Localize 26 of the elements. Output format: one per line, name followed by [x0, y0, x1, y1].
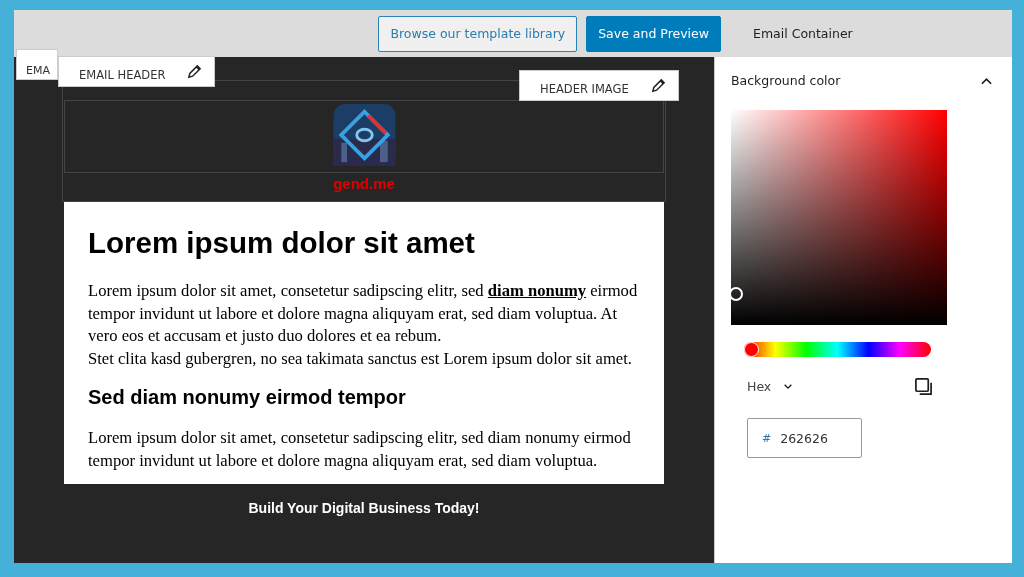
copy-icon[interactable]: [914, 377, 933, 396]
logo-icon: [331, 104, 397, 166]
brand-name: gend.me: [333, 175, 395, 192]
pencil-icon[interactable]: [650, 78, 666, 93]
pencil-icon[interactable]: [187, 64, 203, 79]
format-select[interactable]: Hex: [747, 379, 794, 394]
toolbar-button[interactable]: Save and Preview: [586, 15, 721, 52]
hue-thumb[interactable]: [744, 342, 759, 357]
section-title: Background color: [731, 73, 841, 88]
subheading: Sed diam nonumy eirmod tempor: [88, 386, 407, 409]
hue-slider[interactable]: [744, 342, 931, 357]
picker-handle[interactable]: [729, 287, 743, 301]
hex-input[interactable]: # 262626: [747, 418, 862, 458]
panel-title: Email Container: [752, 26, 854, 41]
block-tab[interactable]: EMA: [16, 49, 58, 80]
paragraph: Stet clita kasd gubergren, no sea takimata sanctus est Lorem ipsum dolor sit amet.: [88, 347, 633, 370]
saturation-picker[interactable]: [731, 110, 947, 325]
heading: Lorem ipsum dolor sit amet: [88, 226, 476, 260]
chevron-icon[interactable]: [981, 76, 992, 85]
paragraph: Lorem ipsum dolor sit amet, consetetur sadipscing elitr, sed diam nonumy eirmod tempor invidunt ut labore et dolore magna aliquyam erat, sed diam voluptua.: [88, 427, 632, 472]
footer-text: Build Your Digital Business Today!: [248, 500, 480, 516]
block-tab[interactable]: HEADER IMAGE: [519, 70, 679, 101]
paragraph: Lorem ipsum dolor sit amet, consetetur sadipscing elitr, sed diam nonumy eirmod tempor invidunt ut labore et dolore magna aliquyam erat, sed diam voluptua. At vero eos et accusam et justo duo dolores et ea rebum.: [88, 280, 639, 347]
block-tab[interactable]: EMAIL HEADER: [58, 56, 216, 87]
chevron-icon: [783, 383, 794, 390]
toolbar-button[interactable]: Browse our template library: [378, 15, 578, 52]
